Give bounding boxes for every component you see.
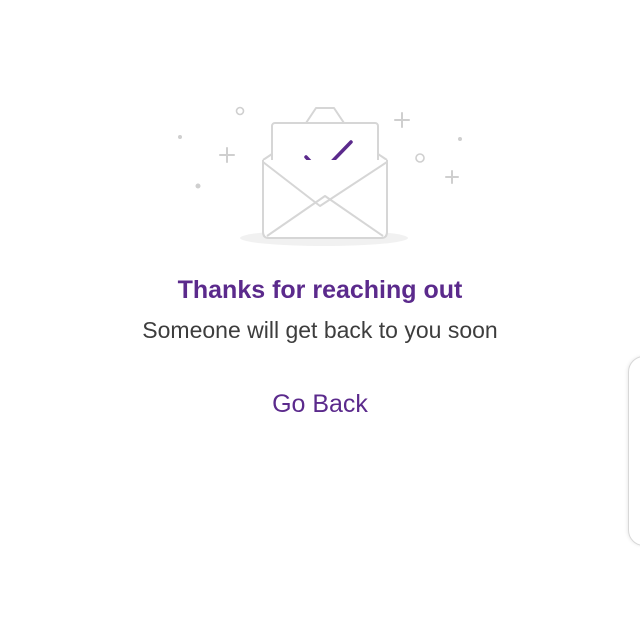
edge-panel-handle[interactable] <box>628 356 640 546</box>
go-back-button[interactable]: Go Back <box>240 384 400 424</box>
confirmation-title: Thanks for reaching out <box>177 276 463 304</box>
envelope-check-icon <box>170 96 470 252</box>
confirmation-subtitle: Someone will get back to you soon <box>142 317 498 343</box>
confirmation-screen: Thanks for reaching out Someone will get… <box>0 0 640 640</box>
